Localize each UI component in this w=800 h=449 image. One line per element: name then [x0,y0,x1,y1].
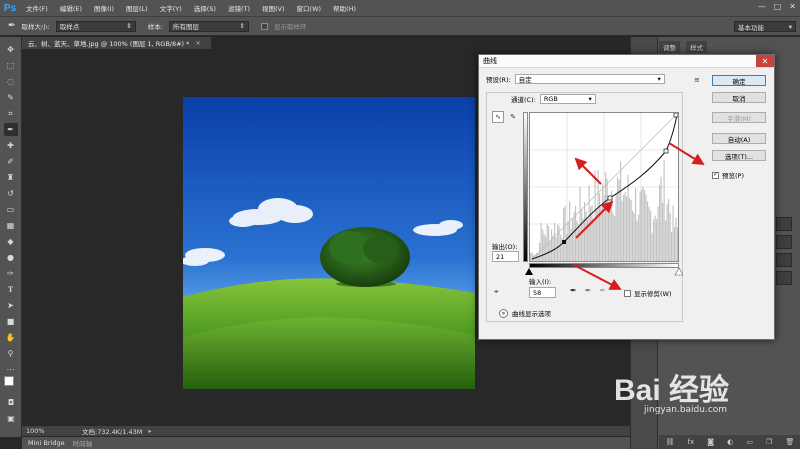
red-arrow-to-clipping-icon [573,264,622,290]
red-arrow-to-options-icon [668,142,705,166]
red-arrow-up-left-icon [574,157,602,185]
red-arrow-up-right-icon [575,200,614,239]
annotation-overlay [573,142,705,290]
